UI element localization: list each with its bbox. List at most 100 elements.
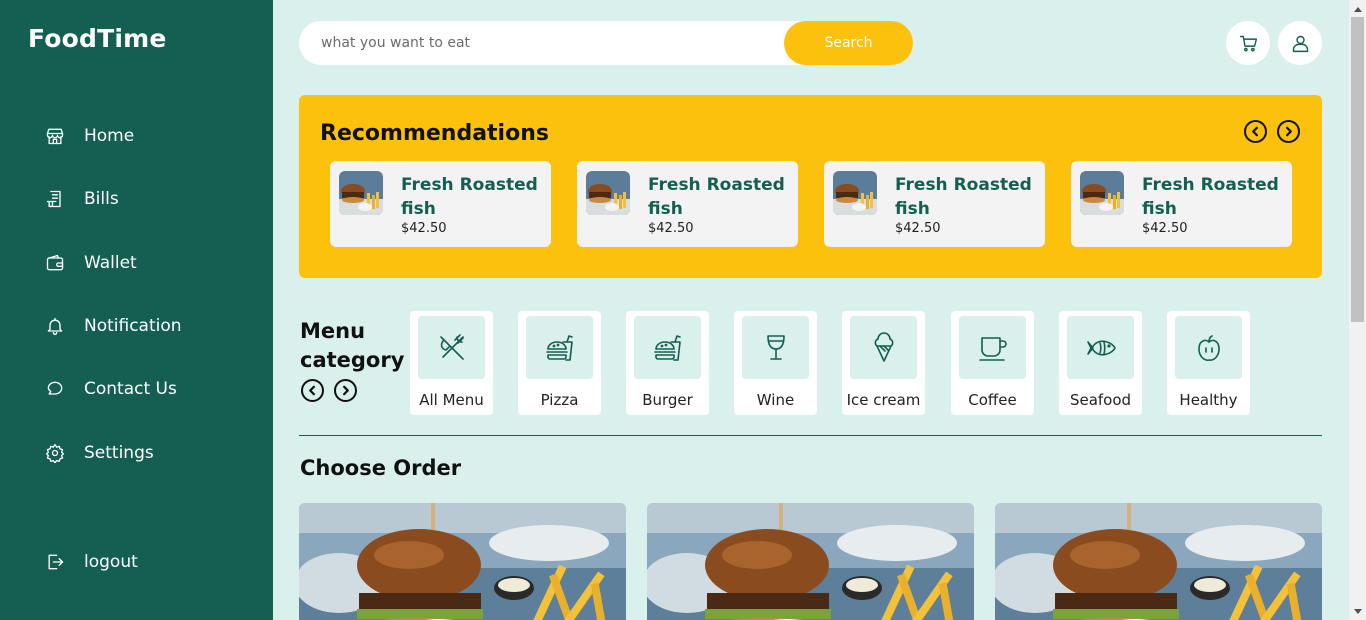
category-tile xyxy=(742,316,809,379)
sidebar-item-label: Bills xyxy=(84,189,119,209)
order-card[interactable] xyxy=(995,503,1322,620)
recommendation-name: Fresh Roasted fish xyxy=(401,175,538,219)
category-label: Ice cream xyxy=(846,391,921,409)
search-bar: Search xyxy=(299,21,913,65)
order-card[interactable] xyxy=(299,503,626,620)
burger-photo xyxy=(995,503,1322,620)
chevron-left-icon xyxy=(309,385,315,396)
utensils-icon xyxy=(439,333,464,360)
wine-glass-icon xyxy=(766,334,785,360)
category-ice-cream[interactable]: Ice cream xyxy=(842,311,925,415)
order-card[interactable] xyxy=(647,503,974,620)
recommendations-title: Recommendations xyxy=(320,121,549,146)
page-scrollbar[interactable] xyxy=(1349,0,1366,620)
gear-icon xyxy=(44,442,66,464)
main-content: Search Recommendations Fresh Roasted fis… xyxy=(273,0,1349,620)
search-input[interactable] xyxy=(321,21,761,65)
recommendation-card[interactable]: Fresh Roasted fish $42.50 xyxy=(1071,161,1292,247)
recommendation-name: Fresh Roasted fish xyxy=(648,175,785,219)
food-thumbnail xyxy=(339,171,383,215)
category-label: Pizza xyxy=(540,391,579,409)
recommendation-price: $42.50 xyxy=(895,221,941,236)
sidebar-item-settings[interactable]: Settings xyxy=(44,438,154,468)
sidebar-item-label: Notification xyxy=(84,316,182,336)
cart-icon xyxy=(1239,35,1257,51)
chat-icon xyxy=(44,378,66,400)
receipt-icon xyxy=(44,188,66,210)
recommendations-panel: Recommendations Fresh Roasted fish $42.5… xyxy=(299,95,1322,278)
category-tile xyxy=(1175,316,1242,379)
ice-cream-icon xyxy=(874,331,893,362)
sidebar-item-bills[interactable]: Bills xyxy=(44,184,119,214)
bell-icon xyxy=(44,315,66,337)
food-thumbnail xyxy=(586,171,630,215)
recommendation-price: $42.50 xyxy=(1142,221,1188,236)
category-prev-button[interactable] xyxy=(301,379,324,402)
scrollbar-thumb[interactable] xyxy=(1351,17,1364,322)
category-all-menu[interactable]: All Menu xyxy=(410,311,493,415)
burger-photo xyxy=(647,503,974,620)
sidebar-item-notification[interactable]: Notification xyxy=(44,311,182,341)
category-label: Seafood xyxy=(1069,391,1132,409)
choose-order-title: Choose Order xyxy=(300,456,462,480)
category-label: Coffee xyxy=(968,391,1017,409)
wallet-icon xyxy=(44,252,66,274)
sidebar: FoodTime Home Bills Wallet Notification … xyxy=(0,0,273,620)
category-next-button[interactable] xyxy=(334,379,357,402)
recommendation-card[interactable]: Fresh Roasted fish $42.50 xyxy=(330,161,551,247)
user-icon xyxy=(1292,35,1308,52)
food-thumbnail xyxy=(1080,171,1124,215)
scroll-down-arrow[interactable] xyxy=(1349,603,1366,620)
recommendation-card[interactable]: Fresh Roasted fish $42.50 xyxy=(824,161,1045,247)
food-thumbnail xyxy=(833,171,877,215)
category-label: All Menu xyxy=(419,391,484,409)
sidebar-item-contact-us[interactable]: Contact Us xyxy=(44,374,177,404)
section-divider xyxy=(299,435,1322,436)
fish-icon xyxy=(1086,339,1116,356)
store-icon xyxy=(44,125,66,147)
category-label: Healthy xyxy=(1179,391,1238,409)
search-button[interactable]: Search xyxy=(784,21,913,65)
reco-next-button[interactable] xyxy=(1277,120,1300,143)
category-burger[interactable]: Burger xyxy=(626,311,709,415)
burger-photo xyxy=(299,503,626,620)
brand-logo[interactable]: FoodTime xyxy=(28,24,167,53)
recommendation-price: $42.50 xyxy=(401,221,447,236)
chevron-right-icon xyxy=(1286,126,1292,137)
logout-label: logout xyxy=(84,552,138,572)
logout-button[interactable]: logout xyxy=(44,547,138,577)
category-tile xyxy=(634,316,701,379)
category-healthy[interactable]: Healthy xyxy=(1167,311,1250,415)
recommendation-name: Fresh Roasted fish xyxy=(1142,175,1279,219)
sidebar-item-label: Home xyxy=(84,126,135,146)
category-wine[interactable]: Wine xyxy=(734,311,817,415)
recommendation-name: Fresh Roasted fish xyxy=(895,175,1032,219)
chevron-right-icon xyxy=(343,385,349,396)
sidebar-item-home[interactable]: Home xyxy=(44,121,134,151)
sidebar-item-wallet[interactable]: Wallet xyxy=(44,248,137,278)
logout-icon xyxy=(44,551,66,573)
reco-prev-button[interactable] xyxy=(1244,120,1267,143)
category-tile xyxy=(418,316,485,379)
recommendation-card[interactable]: Fresh Roasted fish $42.50 xyxy=(577,161,798,247)
coffee-cup-icon xyxy=(978,336,1007,361)
cart-button[interactable] xyxy=(1226,21,1270,65)
category-tile xyxy=(1067,316,1134,379)
category-label: Burger xyxy=(642,391,693,409)
fastfood-icon xyxy=(653,334,681,361)
menu-category-title: Menu category xyxy=(300,319,405,372)
profile-button[interactable] xyxy=(1278,21,1322,65)
sidebar-item-label: Contact Us xyxy=(84,379,177,399)
apple-icon xyxy=(1197,334,1220,361)
sidebar-item-label: Wallet xyxy=(84,253,137,273)
category-tile xyxy=(959,316,1026,379)
sidebar-item-label: Settings xyxy=(84,443,154,463)
chevron-left-icon xyxy=(1252,126,1258,137)
category-label: Wine xyxy=(756,391,795,409)
category-coffee[interactable]: Coffee xyxy=(951,311,1034,415)
category-tile xyxy=(526,316,593,379)
category-pizza[interactable]: Pizza xyxy=(518,311,601,415)
fastfood-icon xyxy=(545,334,573,361)
category-seafood[interactable]: Seafood xyxy=(1059,311,1142,415)
scroll-up-arrow[interactable] xyxy=(1349,0,1366,17)
